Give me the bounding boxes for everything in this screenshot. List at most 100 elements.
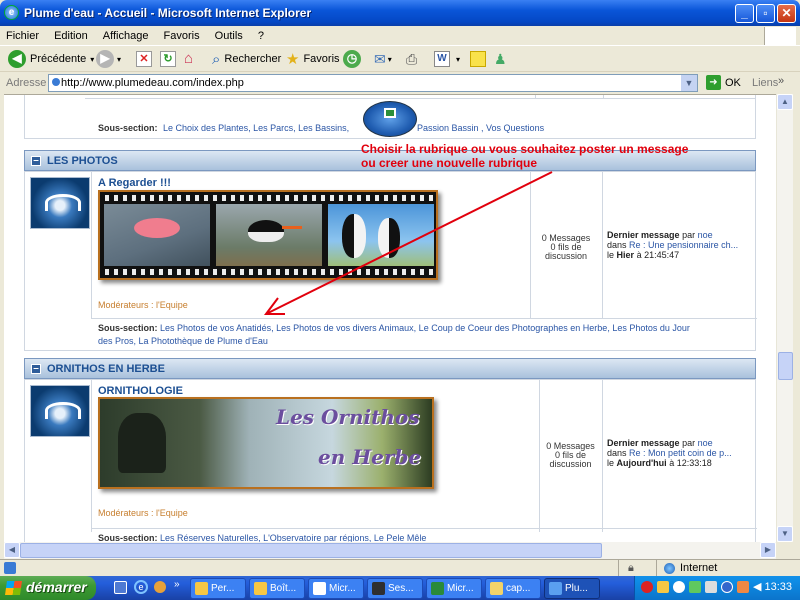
quicklaunch-ie-icon[interactable]: e bbox=[134, 580, 148, 594]
last-post-topic[interactable]: Re : Mon petit coin de p... bbox=[629, 448, 732, 458]
back-button[interactable]: ◀ Précédente ▾ bbox=[8, 49, 94, 69]
go-button[interactable]: ➜ OK bbox=[706, 75, 741, 90]
status-bar: 🔒︎ Internet bbox=[0, 559, 800, 577]
mail-button[interactable]: ✉ ▾ bbox=[374, 49, 392, 69]
windows-logo-icon bbox=[764, 27, 796, 45]
last-post-user[interactable]: noe bbox=[698, 230, 713, 240]
menu-fichier[interactable]: Fichier bbox=[0, 26, 45, 42]
puffin-photo bbox=[328, 204, 434, 266]
history-button[interactable]: ◷ bbox=[343, 49, 361, 69]
minimize-button[interactable]: _ bbox=[735, 4, 754, 23]
vertical-scrollbar[interactable]: ▲ ▼ bbox=[776, 94, 793, 542]
session-icon bbox=[372, 582, 385, 595]
subsection-links[interactable]: Le Choix des Plantes, Les Parcs, Les Bas… bbox=[163, 123, 349, 133]
home-icon: ⌂ bbox=[184, 50, 194, 67]
home-button[interactable]: ⌂ bbox=[184, 49, 202, 69]
search-button[interactable]: ⌕ Rechercher bbox=[212, 49, 281, 69]
subsections-garden: Sous-section: Le Choix des Plantes, Les … bbox=[98, 122, 349, 135]
task-button-7[interactable]: Plu... bbox=[544, 578, 600, 599]
menu-edition[interactable]: Edition bbox=[48, 26, 94, 42]
column-divider bbox=[91, 172, 92, 318]
by-label: par bbox=[682, 230, 696, 240]
birdwatcher-silhouette bbox=[118, 413, 166, 473]
tray-icon[interactable] bbox=[673, 581, 685, 593]
refresh-icon: ↻ bbox=[160, 51, 176, 67]
chevron-down-icon: ▾ bbox=[387, 54, 392, 64]
address-input[interactable]: http://www.plumedeau.com/index.php ▼ bbox=[48, 74, 698, 92]
print-button[interactable]: ⎙ bbox=[406, 49, 417, 69]
menu-favoris[interactable]: Favoris bbox=[158, 26, 206, 42]
window-title: Plume d'eau - Accueil - Microsoft Intern… bbox=[24, 6, 312, 20]
volume-icon[interactable]: ◀︎ bbox=[753, 580, 761, 593]
task-button-6[interactable]: cap... bbox=[485, 578, 541, 599]
tray-icon[interactable] bbox=[705, 581, 717, 593]
scroll-right-icon[interactable]: ▶ bbox=[760, 542, 776, 558]
tray-icon[interactable] bbox=[689, 581, 701, 593]
refresh-button[interactable]: ↻ bbox=[160, 49, 176, 69]
scroll-thumb[interactable] bbox=[778, 352, 793, 380]
task-button-4[interactable]: Ses... bbox=[367, 578, 423, 599]
back-arrow-icon: ◀ bbox=[8, 50, 26, 68]
task-button-1[interactable]: Per... bbox=[190, 578, 246, 599]
go-arrow-icon: ➜ bbox=[706, 75, 721, 90]
category-header-ornithos[interactable]: – ORNITHOS EN HERBE bbox=[24, 358, 756, 379]
scroll-left-icon[interactable]: ◀ bbox=[4, 542, 20, 558]
favorites-button[interactable]: ★ Favoris bbox=[286, 49, 340, 69]
quicklaunch-media-icon[interactable] bbox=[154, 581, 166, 593]
quicklaunch-desktop-icon[interactable] bbox=[114, 581, 127, 594]
menu-outils[interactable]: Outils bbox=[209, 26, 249, 42]
forum-logo bbox=[30, 177, 90, 229]
close-button[interactable]: ✕ bbox=[777, 4, 796, 23]
subsection-links[interactable]: Les Réserves Naturelles, L'Observatoire … bbox=[160, 533, 426, 542]
task-button-2[interactable]: Boît... bbox=[249, 578, 305, 599]
quicklaunch-more-icon[interactable]: » bbox=[174, 579, 180, 590]
tray-icon[interactable] bbox=[657, 581, 669, 593]
moderators[interactable]: Modérateurs : l'Equipe bbox=[98, 300, 188, 310]
ie-icon bbox=[549, 582, 562, 595]
task-button-5[interactable]: Micr... bbox=[426, 578, 482, 599]
notes-button[interactable] bbox=[470, 49, 486, 69]
dropdown-arrow-icon[interactable]: ▼ bbox=[681, 75, 697, 91]
collapse-icon[interactable]: – bbox=[31, 156, 41, 166]
links-chevron-icon[interactable]: » bbox=[778, 75, 784, 87]
subsection-links-2[interactable]: des Pros, La Photothèque de Plume d'Eau bbox=[98, 335, 750, 348]
ornithos-banner: Les Ornithos en Herbe bbox=[98, 397, 434, 489]
last-post-topic[interactable]: Re : Une pensionnaire ch... bbox=[629, 240, 738, 250]
scroll-down-icon[interactable]: ▼ bbox=[777, 526, 793, 542]
messenger-button[interactable]: ♟ bbox=[494, 49, 507, 69]
tray-icon[interactable] bbox=[721, 581, 733, 593]
last-post-user[interactable]: noe bbox=[698, 438, 713, 448]
film-perforation bbox=[100, 195, 436, 201]
lock-icon: 🔒︎ bbox=[628, 562, 634, 574]
maximize-button[interactable]: ▫ bbox=[756, 4, 775, 23]
last-post-day: Aujourd'hui bbox=[616, 458, 667, 468]
excel-icon bbox=[431, 582, 444, 595]
address-url: http://www.plumedeau.com/index.php bbox=[61, 77, 244, 89]
start-button[interactable]: démarrer bbox=[0, 576, 96, 600]
menu-affichage[interactable]: Affichage bbox=[97, 26, 155, 42]
scroll-thumb[interactable] bbox=[20, 543, 602, 558]
film-perforation bbox=[100, 269, 436, 275]
edit-button[interactable]: W ▾ bbox=[434, 49, 460, 69]
ie-icon: e bbox=[4, 5, 19, 20]
horizontal-scrollbar[interactable]: ◀ ▶ bbox=[4, 542, 776, 559]
column-divider bbox=[602, 380, 603, 532]
tray-icon[interactable] bbox=[641, 581, 653, 593]
forward-button[interactable]: ▶ ▾ bbox=[96, 49, 121, 69]
in-label: dans bbox=[607, 448, 627, 458]
links-label[interactable]: Liens bbox=[752, 77, 778, 89]
collapse-icon[interactable]: – bbox=[31, 364, 41, 374]
subsection-links[interactable]: Les Photos de vos Anatidés, Les Photos d… bbox=[160, 323, 690, 333]
subsection-links-2[interactable]: Passion Bassin , Vos Questions bbox=[417, 122, 544, 135]
stop-button[interactable]: ✕ bbox=[136, 49, 152, 69]
forum-title[interactable]: ORNITHOLOGIE bbox=[98, 385, 183, 397]
clock[interactable]: 13:33 bbox=[764, 581, 792, 593]
scroll-up-icon[interactable]: ▲ bbox=[777, 94, 793, 110]
menu-help[interactable]: ? bbox=[252, 26, 270, 42]
tray-icon[interactable] bbox=[737, 581, 749, 593]
moderators[interactable]: Modérateurs : l'Equipe bbox=[98, 508, 188, 518]
forum-title[interactable]: A Regarder !!! bbox=[98, 177, 171, 189]
address-bar: Adresse http://www.plumedeau.com/index.p… bbox=[0, 73, 800, 93]
last-post-time: à 21:45:47 bbox=[636, 250, 680, 260]
task-button-3[interactable]: Micr... bbox=[308, 578, 364, 599]
